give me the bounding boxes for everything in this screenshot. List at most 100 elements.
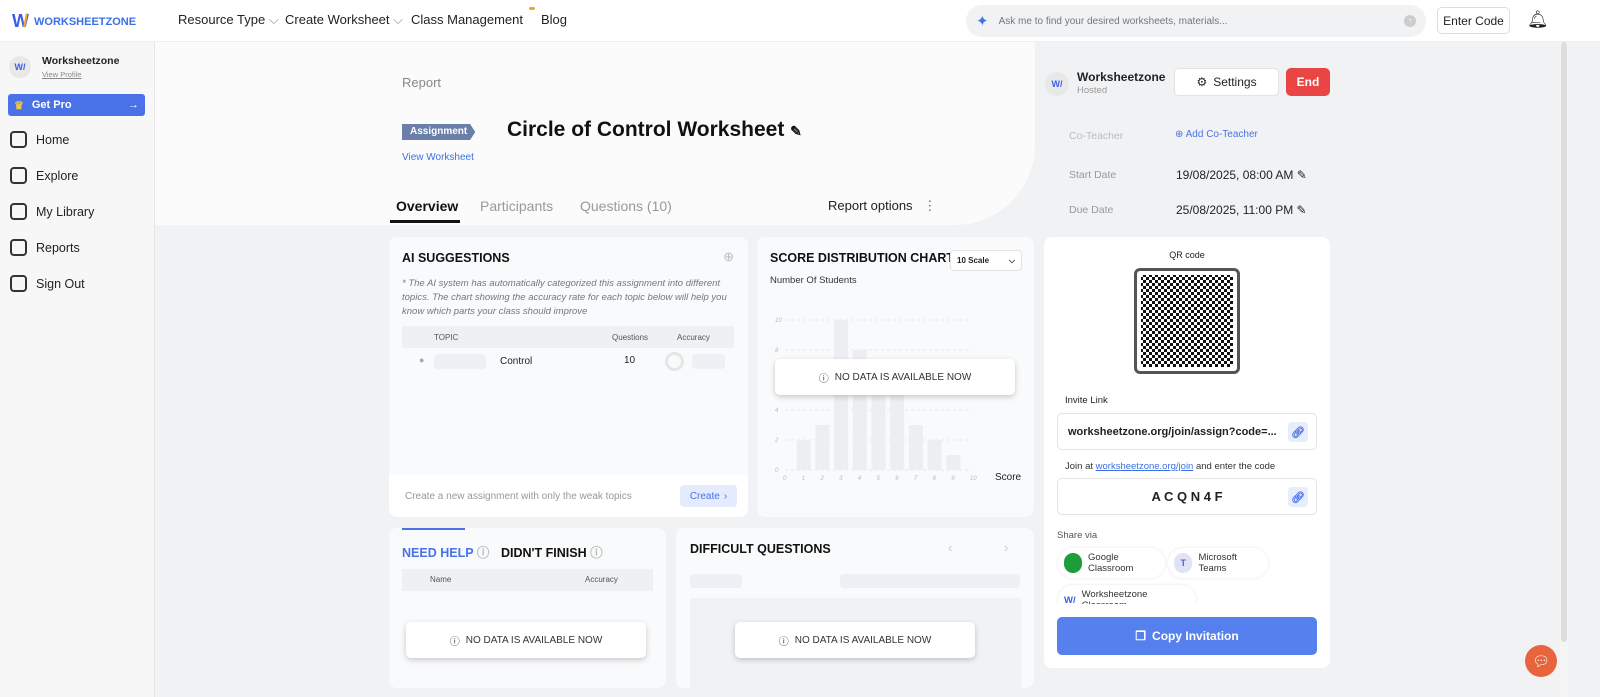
chart-title: SCORE DISTRIBUTION CHART: [770, 251, 955, 265]
tag-icon: ●: [419, 355, 425, 365]
nav-resource-type[interactable]: Resource Type ⌵: [178, 12, 279, 28]
brand-logo[interactable]: W/ WORKSHEETZONE: [12, 11, 136, 32]
alert-icon: ⓘ: [778, 636, 789, 648]
google-classroom-icon: [1064, 553, 1083, 573]
qr-label: QR code: [1169, 250, 1205, 260]
join-code-field[interactable]: A C Q N 4 F 🔗︎: [1057, 478, 1317, 515]
share-google-classroom[interactable]: Google Classroom: [1058, 548, 1165, 578]
no-data-message: ⓘ NO DATA IS AVAILABLE NOW: [775, 359, 1015, 395]
settings-button[interactable]: ⚙ Settings: [1174, 68, 1279, 96]
avatar: W/: [9, 56, 31, 78]
tab-need-help[interactable]: NEED HELP ⓘ: [402, 542, 489, 561]
x-tick-label: 2: [819, 476, 824, 482]
y-tick-label: 10: [775, 318, 782, 324]
sidebar-item-reports[interactable]: Reports: [10, 239, 80, 256]
no-data-message: ⓘ NO DATA IS AVAILABLE NOW: [406, 622, 646, 658]
arrow-right-icon: →: [128, 99, 139, 111]
view-profile-link[interactable]: View Profile: [42, 70, 81, 79]
sidebar-item-explore[interactable]: Explore: [10, 167, 78, 184]
tab-overview[interactable]: Overview: [396, 198, 458, 214]
due-date-value[interactable]: 25/08/2025, 11:00 PM ✎: [1176, 203, 1307, 217]
ai-suggestions-title: AI SUGGESTIONS: [402, 251, 510, 265]
x-tick-label: 6: [895, 476, 899, 482]
ai-search-input[interactable]: ✦ Ask me to find your desired worksheets…: [966, 5, 1426, 37]
bell-icon[interactable]: 🔔︎: [1527, 10, 1549, 30]
y-tick-label: 2: [774, 438, 779, 444]
library-icon: [10, 203, 27, 220]
prev-arrow-icon[interactable]: ‹: [948, 540, 952, 555]
next-arrow-icon[interactable]: ›: [1004, 540, 1008, 555]
ai-sparkle-icon: ✦: [976, 13, 989, 30]
plus-circle-icon: ⊕: [1175, 129, 1184, 140]
y-tick-label: 0: [775, 468, 779, 474]
teams-icon: T: [1174, 553, 1193, 573]
brand-name: WORKSHEETZONE: [34, 15, 137, 28]
score-distribution-card: SCORE DISTRIBUTION CHART 10 Scale ⌵ Numbe…: [757, 237, 1034, 517]
edit-icon[interactable]: ✎: [1297, 168, 1307, 182]
join-link[interactable]: worksheetzone.org/join: [1096, 461, 1194, 472]
copy-code-icon[interactable]: 🔗︎: [1288, 487, 1308, 507]
active-tab-indicator: [390, 220, 460, 223]
end-button[interactable]: End: [1286, 68, 1330, 96]
chat-support-button[interactable]: 💬︎: [1525, 645, 1557, 677]
copy-icon: ❐: [1135, 629, 1147, 643]
host-avatar: W/: [1045, 72, 1069, 96]
add-co-teacher-button[interactable]: ⊕ Add Co-Teacher: [1175, 129, 1258, 140]
breadcrumb: Report: [402, 75, 442, 90]
enter-code-button[interactable]: Enter Code: [1437, 7, 1510, 34]
chevron-right-icon: ›: [723, 490, 728, 502]
create-button[interactable]: Create ›: [680, 485, 737, 507]
x-tick-label: 5: [877, 476, 881, 482]
send-icon[interactable]: ↑: [1404, 15, 1416, 27]
scale-select[interactable]: 10 Scale ⌵: [950, 250, 1022, 271]
x-tick-label: 7: [914, 476, 918, 482]
join-instructions: Join at worksheetzone.org/join and enter…: [1065, 461, 1276, 472]
tab-questions[interactable]: Questions (10): [580, 198, 672, 214]
ai-suggestions-card: AI SUGGESTIONS ⊕ * The AI system has aut…: [389, 237, 748, 517]
start-date-label: Start Date: [1069, 169, 1117, 181]
sidebar-item-my-library[interactable]: My Library: [10, 203, 94, 220]
info-icon: ⓘ: [476, 546, 490, 560]
nav-class-management[interactable]: Class Management: [411, 7, 535, 27]
nav-blog[interactable]: Blog: [541, 12, 567, 27]
tab-participants[interactable]: Participants: [480, 198, 553, 214]
start-date-value[interactable]: 19/08/2025, 08:00 AM ✎: [1176, 168, 1307, 182]
invite-link-field[interactable]: worksheetzone.org/join/assign?code=... 🔗︎: [1057, 413, 1317, 450]
sidebar-item-home[interactable]: Home: [10, 131, 69, 148]
tab-didnt-finish[interactable]: DIDN'T FINISH ⓘ: [501, 542, 603, 561]
more-vertical-icon: ⋮: [923, 198, 937, 213]
x-tick-label: 10: [970, 476, 977, 482]
user-name: Worksheetzone: [42, 55, 120, 67]
topic-table-header: TOPIC Questions Accuracy: [402, 326, 734, 348]
edit-icon[interactable]: ✎: [1297, 203, 1307, 217]
reports-icon: [10, 239, 27, 256]
y-tick-label: 8: [775, 348, 779, 354]
help-table-header: Name Accuracy: [402, 569, 653, 591]
nav-create-worksheet[interactable]: Create Worksheet ⌵: [285, 12, 403, 28]
copy-invitation-button[interactable]: ❐ Copy Invitation: [1057, 617, 1317, 655]
copy-link-icon[interactable]: 🔗︎: [1288, 422, 1308, 442]
accuracy-ring: [665, 352, 684, 371]
bar: [834, 320, 849, 470]
due-date-label: Due Date: [1069, 204, 1114, 216]
scrollbar[interactable]: [1560, 42, 1568, 697]
zoom-in-icon[interactable]: ⊕: [723, 249, 734, 265]
explore-icon: [10, 167, 27, 184]
bar: [796, 440, 811, 470]
invite-link-label: Invite Link: [1065, 395, 1108, 406]
view-worksheet-link[interactable]: View Worksheet: [402, 152, 474, 163]
share-microsoft-teams[interactable]: T Microsoft Teams: [1168, 548, 1268, 578]
report-options-button[interactable]: Report options ⋮: [828, 198, 936, 214]
ai-description: * The AI system has automatically catego…: [402, 278, 727, 317]
co-teacher-label: Co-Teacher: [1069, 130, 1124, 142]
alert-icon: ⓘ: [818, 373, 829, 385]
bar: [946, 455, 961, 470]
home-icon: [10, 131, 27, 148]
x-tick-label: 3: [839, 476, 843, 482]
get-pro-button[interactable]: ♛ Get Pro →: [8, 94, 145, 116]
bar: [908, 425, 923, 470]
edit-icon[interactable]: ✎: [790, 123, 802, 139]
x-tick-label: 0: [783, 476, 787, 482]
invite-panel: QR code Invite Link worksheetzone.org/jo…: [1044, 237, 1330, 668]
sidebar-item-sign-out[interactable]: Sign Out: [10, 275, 85, 292]
